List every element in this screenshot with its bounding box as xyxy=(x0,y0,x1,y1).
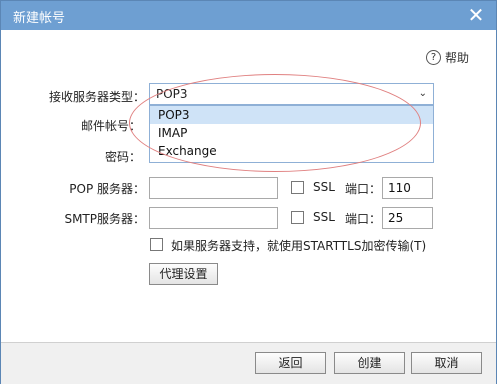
smtp-port-input[interactable]: 25 xyxy=(382,207,433,229)
create-button[interactable]: 创建 xyxy=(334,352,405,374)
option-imap[interactable]: IMAP xyxy=(150,124,433,142)
help-label: 帮助 xyxy=(445,51,470,65)
pop-port-input[interactable]: 110 xyxy=(382,177,433,199)
pop-ssl-label: SSL xyxy=(313,180,335,194)
option-pop3[interactable]: POP3 xyxy=(150,106,433,124)
pop-ssl-checkbox[interactable] xyxy=(291,181,304,194)
smtp-ssl-label: SSL xyxy=(313,210,335,224)
new-account-dialog: 新建帐号 ✕ ? 帮助 接收服务器类型： POP3 ⌄ 邮件帐号： 密码： PO… xyxy=(0,0,497,384)
starttls-checkbox[interactable] xyxy=(150,238,163,251)
server-type-select[interactable]: POP3 ⌄ xyxy=(149,83,434,105)
smtp-server-input[interactable] xyxy=(149,207,278,229)
close-icon[interactable]: ✕ xyxy=(466,5,486,25)
server-type-value: POP3 xyxy=(156,87,188,101)
help-icon: ? xyxy=(426,50,441,65)
smtp-port-label: 端口： xyxy=(345,212,382,226)
smtp-ssl-checkbox[interactable] xyxy=(291,211,304,224)
smtp-server-label: SMTP服务器： xyxy=(64,212,145,226)
starttls-label: 如果服务器支持，就使用STARTTLS加密传输(T) xyxy=(171,239,427,253)
pop-server-label: POP 服务器： xyxy=(69,182,145,196)
account-label: 邮件帐号： xyxy=(80,119,141,133)
server-type-label: 接收服务器类型： xyxy=(48,90,145,104)
password-label: 密码： xyxy=(104,150,141,164)
pop-port-label: 端口： xyxy=(345,182,382,196)
help-link[interactable]: ? 帮助 xyxy=(426,49,469,66)
server-type-dropdown: POP3 IMAP Exchange xyxy=(149,105,434,163)
footer-bar: 返回 创建 取消 xyxy=(1,342,496,384)
back-button[interactable]: 返回 xyxy=(255,352,326,374)
window-title: 新建帐号 xyxy=(13,11,66,26)
title-bar: 新建帐号 ✕ xyxy=(1,1,496,30)
pop-server-input[interactable] xyxy=(149,177,278,199)
option-exchange[interactable]: Exchange xyxy=(150,142,433,160)
cancel-button[interactable]: 取消 xyxy=(411,352,482,374)
proxy-settings-button[interactable]: 代理设置 xyxy=(149,263,218,285)
chevron-down-icon: ⌄ xyxy=(418,88,427,99)
